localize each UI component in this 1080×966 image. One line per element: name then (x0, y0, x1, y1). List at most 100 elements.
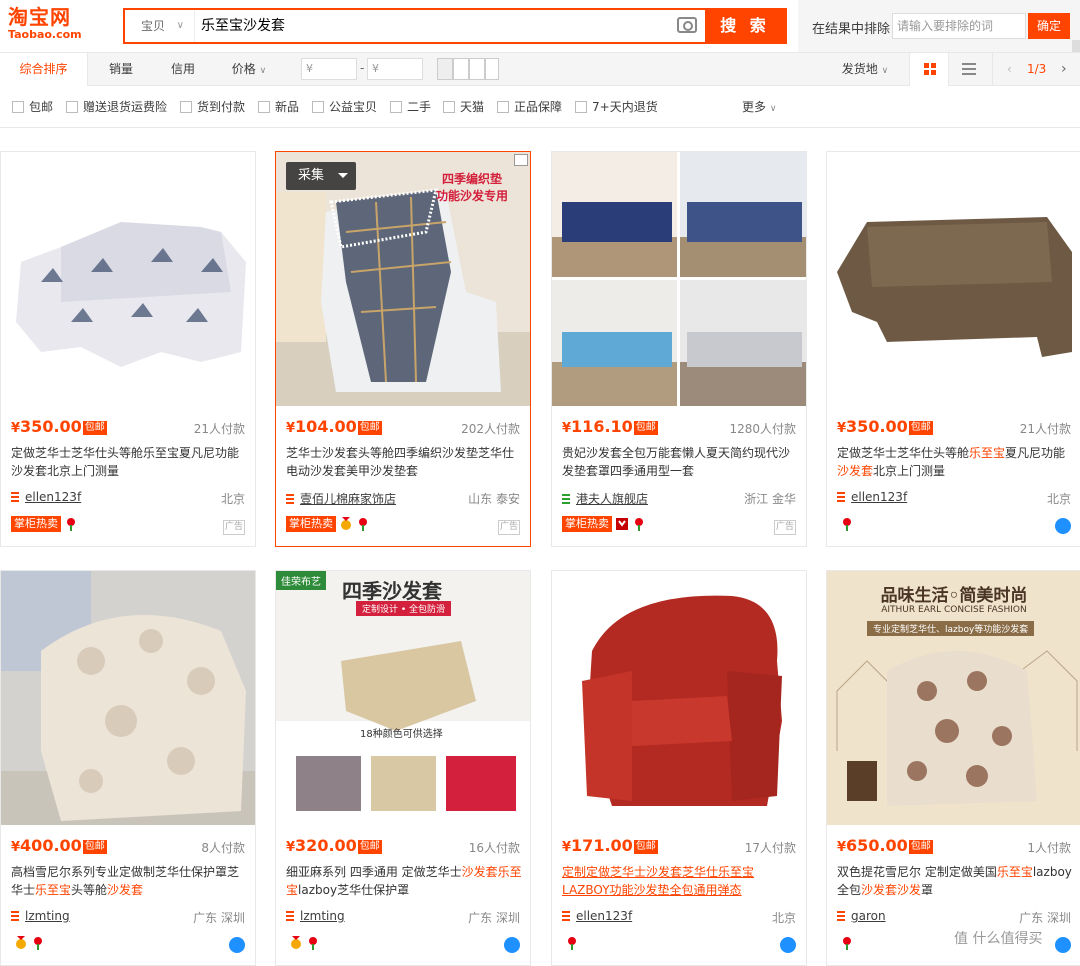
product-image[interactable]: 四季编织垫 功能沙发专用 采集 (276, 152, 530, 406)
badges (837, 935, 854, 953)
sort-sales[interactable]: 销量 (96, 53, 146, 86)
checkbox[interactable] (12, 101, 24, 113)
sort-default[interactable]: 综合排序 (0, 53, 88, 86)
product-image[interactable] (552, 152, 806, 406)
badge-icon[interactable] (28, 935, 45, 950)
product-image[interactable]: 品味生活◦简美时尚 AITHUR EARL CONCISE FASHION 专业定制… (827, 571, 1080, 825)
badge-icon[interactable] (837, 516, 854, 531)
filter-7day-return[interactable]: 7+天内退货 (575, 100, 658, 114)
filter-tmall[interactable]: 天猫 (443, 100, 484, 114)
filter-secondhand[interactable]: 二手 (390, 100, 431, 114)
search-button[interactable]: 搜 索 (705, 10, 785, 42)
filter-cod[interactable]: 货到付款 (180, 100, 245, 114)
badge-icon[interactable] (11, 935, 28, 949)
product-card[interactable]: ¥171.00 包邮 17人付款 定制定做芝华士沙发套芝华仕乐至宝LAZBOY功能沙发… (551, 570, 807, 966)
wangwang-chat-icon[interactable] (229, 937, 245, 953)
list-view-icon[interactable] (962, 63, 976, 75)
search-input[interactable]: 乐至宝沙发套 (201, 10, 701, 42)
sort-price[interactable]: 价格 ∨ (222, 53, 276, 86)
wangwang-chat-icon[interactable] (780, 937, 796, 953)
badge-icon[interactable] (336, 517, 353, 531)
exclude-confirm-button[interactable]: 确定 (1028, 13, 1070, 39)
product-card[interactable]: ¥116.10 包邮 1280人付款 贵妃沙发套全包万能套懒人夏天简约现代沙发垫套罩四… (551, 151, 807, 547)
wangwang-chat-icon[interactable] (1055, 518, 1071, 534)
badge-icon[interactable] (353, 517, 370, 531)
badge-icon[interactable] (61, 517, 78, 531)
shop-link[interactable]: ellen123f (11, 490, 81, 504)
hot-sale-badge[interactable]: 掌柜热卖 (286, 516, 336, 532)
product-title[interactable]: 高档雪尼尔系列专业定做制芝华仕保护罩芝华士乐至宝头等舱沙发套 (11, 863, 247, 899)
badge-icon[interactable] (303, 935, 320, 950)
filter-new[interactable]: 新品 (258, 100, 299, 114)
view-toggle-1[interactable] (437, 58, 453, 80)
shop-link[interactable]: 港夫人旗舰店 (562, 490, 648, 507)
shop-link[interactable]: lzmting (286, 909, 345, 923)
product-card[interactable]: ¥350.00 包邮 21人付款 定做芝华士芝华仕头等舱乐至宝夏凡尼功能沙发套北京上门… (826, 151, 1080, 547)
hot-sale-badge[interactable]: 掌柜热卖 (562, 516, 612, 532)
badge-icon[interactable] (629, 517, 646, 531)
sort-credit[interactable]: 信用 (158, 53, 208, 86)
product-card[interactable]: 品味生活◦简美时尚 AITHUR EARL CONCISE FASHION 专业定制… (826, 570, 1080, 966)
product-image[interactable] (1, 152, 255, 406)
product-title[interactable]: 定做芝华士芝华仕头等舱乐至宝夏凡尼功能沙发套北京上门测量 (837, 444, 1073, 480)
taobao-logo[interactable]: 淘宝网 Taobao.com (8, 6, 94, 46)
checkbox[interactable] (497, 101, 509, 113)
shop-link[interactable]: ellen123f (837, 490, 907, 504)
next-page-icon[interactable]: › (1061, 53, 1067, 85)
view-toggle-3[interactable] (469, 58, 485, 80)
product-title[interactable]: 双色提花雪尼尔 定制定做美国乐至宝lazboy全包沙发套沙发罩 (837, 863, 1073, 899)
title-segment: 沙发套 (837, 464, 874, 478)
more-filters[interactable]: 更多 ∨ (742, 100, 776, 114)
shop-link[interactable]: ellen123f (562, 909, 632, 923)
product-price: ¥104.00 包邮 (286, 417, 382, 436)
checkbox[interactable] (575, 101, 587, 113)
product-image[interactable] (552, 571, 806, 825)
shop-link[interactable]: 壹佰儿棉麻家饰店 (286, 490, 396, 507)
product-image[interactable] (827, 152, 1080, 406)
prev-page-icon[interactable]: ‹ (1007, 53, 1012, 85)
checkbox[interactable] (443, 101, 455, 113)
checkbox[interactable] (390, 101, 402, 113)
filter-baoyou[interactable]: 包邮 (12, 100, 53, 114)
checkbox[interactable] (312, 101, 324, 113)
product-title[interactable]: 定制定做芝华士沙发套芝华仕乐至宝LAZBOY功能沙发垫全包通用弹态 (562, 863, 798, 899)
exclude-input[interactable]: 请输入要排除的词 (892, 13, 1026, 39)
checkbox[interactable] (66, 101, 78, 113)
collect-button[interactable]: 采集 (286, 162, 356, 190)
corner-icon[interactable] (514, 154, 528, 166)
product-card[interactable]: 四季编织垫 功能沙发专用 采集 ¥104.00 包邮 202人付款 芝华士沙发套头等舱四季编… (275, 151, 531, 547)
product-card[interactable]: ¥400.00 包邮 8人付款 高档雪尼尔系列专业定做制芝华仕保护罩芝华士乐至宝头等舱… (0, 570, 256, 966)
checkbox[interactable] (180, 101, 192, 113)
camera-icon[interactable] (677, 17, 697, 33)
product-title[interactable]: 芝华士沙发套头等舱四季编织沙发垫芝华仕电动沙发套美甲沙发垫套 (286, 444, 522, 480)
view-toggle-2[interactable] (453, 58, 469, 80)
search-type-select[interactable]: 宝贝 ∨ (125, 10, 195, 42)
badge-icon[interactable] (562, 935, 579, 950)
filter-charity[interactable]: 公益宝贝 (312, 100, 377, 114)
product-title[interactable]: 定做芝华士芝华仕头等舱乐至宝夏凡尼功能沙发套北京上门测量 (11, 444, 247, 480)
product-image[interactable]: 佳荣布艺 四季沙发套 定制设计 • 全包防滑 18种颜色可供选择 (276, 571, 530, 825)
shop-link[interactable]: garon (837, 909, 886, 923)
filter-freight-insurance[interactable]: 赠送退货运费险 (66, 100, 167, 114)
ship-from-select[interactable]: 发货地 ∨ (832, 53, 898, 86)
price-max-input[interactable]: ¥ (367, 58, 423, 80)
price-min-input[interactable]: ¥ (301, 58, 357, 80)
filter-label: 货到付款 (197, 100, 246, 114)
filter-genuine[interactable]: 正品保障 (497, 100, 562, 114)
grid-view-icon[interactable] (909, 53, 949, 86)
shop-link[interactable]: lzmting (11, 909, 70, 923)
product-title[interactable]: 细亚麻系列 四季通用 定做芝华士沙发套乐至宝lazboy芝华仕保护罩 (286, 863, 522, 899)
product-card[interactable]: 佳荣布艺 四季沙发套 定制设计 • 全包防滑 18种颜色可供选择 ¥320.00 包邮 16… (275, 570, 531, 966)
wangwang-chat-icon[interactable] (504, 937, 520, 953)
scrollbar[interactable] (1072, 40, 1080, 52)
view-toggle-4[interactable] (485, 58, 499, 80)
wangwang-chat-icon[interactable] (1055, 937, 1071, 953)
badge-icon[interactable] (612, 517, 629, 531)
hot-sale-badge[interactable]: 掌柜热卖 (11, 516, 61, 532)
badge-icon[interactable] (837, 935, 854, 950)
checkbox[interactable] (258, 101, 270, 113)
product-card[interactable]: ¥350.00 包邮 21人付款 定做芝华士芝华仕头等舱乐至宝夏凡尼功能沙发套北京上门… (0, 151, 256, 547)
product-title[interactable]: 贵妃沙发套全包万能套懒人夏天简约现代沙发垫套罩四季通用型一套 (562, 444, 798, 480)
product-image[interactable] (1, 571, 255, 825)
badge-icon[interactable] (286, 935, 303, 949)
